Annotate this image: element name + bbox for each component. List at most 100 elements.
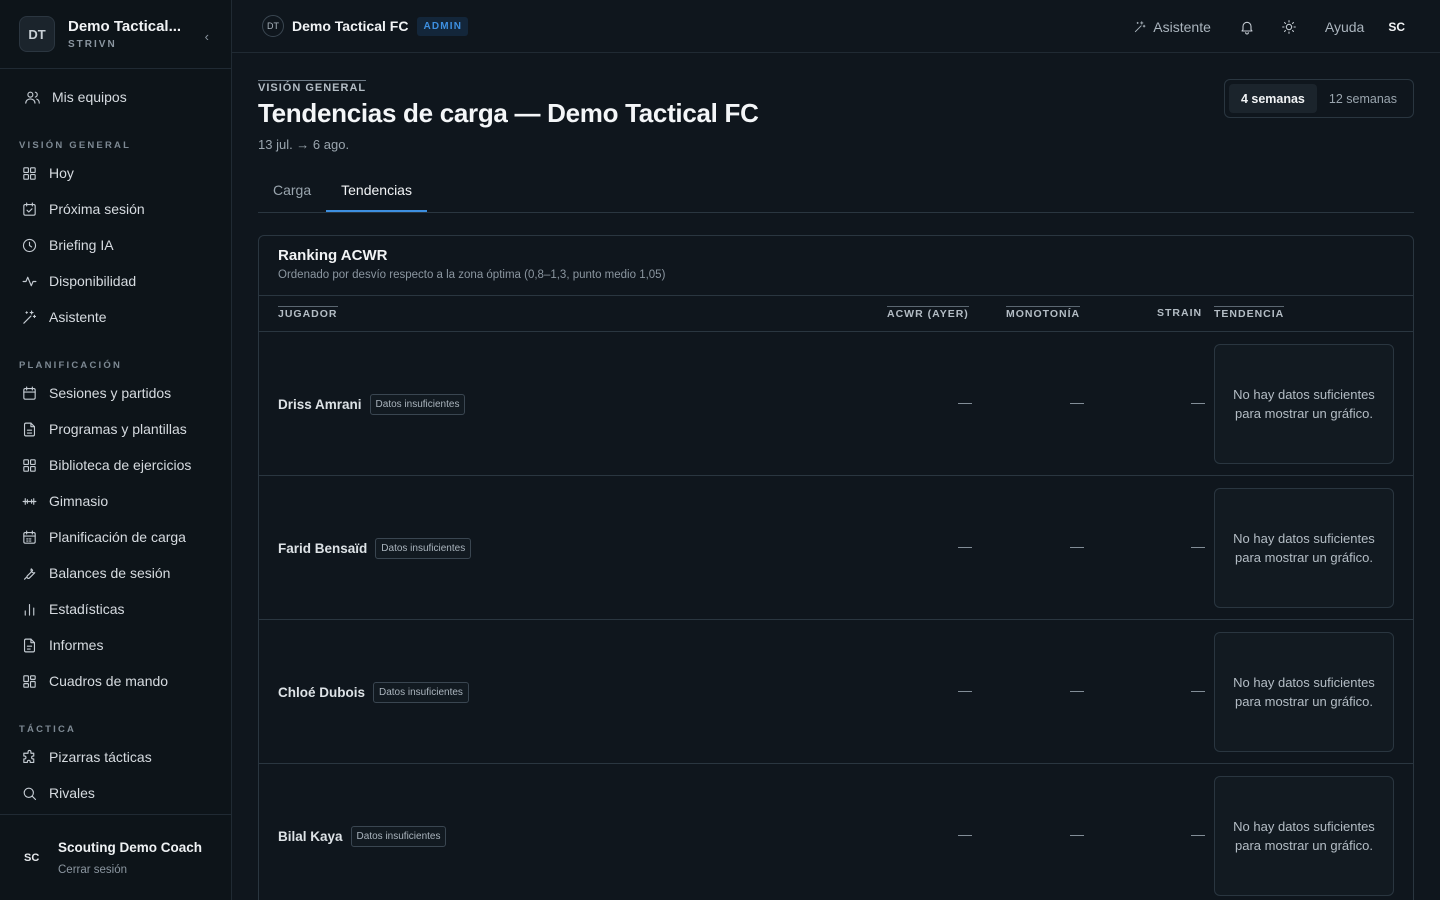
table-row[interactable]: Bilal Kaya Datos insuficientes — — — No … <box>259 764 1413 900</box>
trend-empty-state: No hay datos suficientes para mostrar un… <box>1214 488 1394 608</box>
table-row[interactable]: Driss Amrani Datos insuficientes — — — N… <box>259 332 1413 476</box>
dashboard-icon <box>20 672 38 690</box>
sidebar-item-assistant[interactable]: Asistente <box>0 299 231 335</box>
trend-empty-state: No hay datos suficientes para mostrar un… <box>1214 776 1394 896</box>
sidebar-item-sessions[interactable]: Sesiones y partidos <box>0 375 231 411</box>
tab-trends[interactable]: Tendencias <box>326 178 427 212</box>
sidebar-item-programs[interactable]: Programas y plantillas <box>0 411 231 447</box>
sidebar-item-rivals[interactable]: Rivales <box>0 775 231 811</box>
logout-link[interactable]: Cerrar sesión <box>58 864 202 876</box>
table-row[interactable]: Farid Bensaïd Datos insuficientes — — — … <box>259 476 1413 620</box>
sidebar-item-next-session[interactable]: Próxima sesión <box>0 191 231 227</box>
col-player[interactable]: JUGADOR <box>278 306 338 320</box>
users-icon <box>23 88 41 106</box>
team-avatar-small: DT <box>262 15 284 37</box>
sidebar-item-label: Pizarras tácticas <box>49 749 152 765</box>
team-avatar: DT <box>19 16 55 52</box>
sidebar-item-label: Programas y plantillas <box>49 421 187 437</box>
file-text-icon <box>20 420 38 438</box>
sidebar-item-load-planning[interactable]: Planificación de carga <box>0 519 231 555</box>
card-title: Ranking ACWR <box>278 247 388 264</box>
help-link[interactable]: Ayuda <box>1325 19 1364 35</box>
range-option-12-weeks[interactable]: 12 semanas <box>1317 84 1409 113</box>
col-acwr[interactable]: ACWR (AYER) <box>887 306 969 320</box>
trend-empty-state: No hay datos suficientes para mostrar un… <box>1214 344 1394 464</box>
clock-icon <box>20 236 38 254</box>
acwr-value: — <box>958 682 972 698</box>
puzzle-icon <box>20 748 38 766</box>
strain-value: — <box>1191 394 1205 410</box>
sidebar-item-gym[interactable]: Gimnasio <box>0 483 231 519</box>
strain-value: — <box>1191 538 1205 554</box>
card-subtitle: Ordenado por desvío respecto a la zona ó… <box>278 269 666 281</box>
sidebar-item-label: Asistente <box>49 309 107 325</box>
calendar-days-icon <box>20 528 38 546</box>
sidebar: DT Demo Tactical... STRIVN ‹ Mis equipos… <box>0 0 232 900</box>
sidebar-item-dashboards[interactable]: Cuadros de mando <box>0 663 231 699</box>
status-badge: Datos insuficientes <box>375 538 472 559</box>
calendar-icon <box>20 384 38 402</box>
acwr-value: — <box>958 538 972 554</box>
table-row[interactable]: Chloé Dubois Datos insuficientes — — — N… <box>259 620 1413 764</box>
user-avatar: SC <box>24 851 40 864</box>
sidebar-item-reports[interactable]: Informes <box>0 627 231 663</box>
sparkles-icon <box>20 308 38 326</box>
assistant-label: Asistente <box>1153 18 1211 35</box>
player-name[interactable]: Driss Amrani <box>278 397 362 412</box>
tab-load[interactable]: Carga <box>258 178 326 212</box>
grid-icon <box>20 164 38 182</box>
user-panel: SC Scouting Demo Coach Cerrar sesión <box>0 814 231 900</box>
trend-empty-state: No hay datos suficientes para mostrar un… <box>1214 632 1394 752</box>
player-name[interactable]: Chloé Dubois <box>278 685 365 700</box>
monotony-value: — <box>1070 826 1084 842</box>
col-strain[interactable]: STRAIN <box>1157 306 1202 319</box>
strain-value: — <box>1191 682 1205 698</box>
sidebar-item-label: Mis equipos <box>52 89 127 105</box>
search-icon <box>20 784 38 802</box>
team-name: Demo Tactical... <box>68 18 182 35</box>
section-planning: PLANIFICACIÓN <box>19 360 123 371</box>
date-range: 13 jul. → 6 ago. <box>258 137 350 152</box>
dumbbell-icon <box>20 492 38 510</box>
sidebar-item-exercise-library[interactable]: Biblioteca de ejercicios <box>0 447 231 483</box>
sidebar-item-ai-briefing[interactable]: Briefing IA <box>0 227 231 263</box>
sidebar-item-label: Planificación de carga <box>49 529 186 545</box>
col-monotony[interactable]: MONOTONÍA <box>1006 306 1081 320</box>
calendar-check-icon <box>20 200 38 218</box>
user-name: Scouting Demo Coach <box>58 839 203 855</box>
layout-grid-icon <box>20 456 38 474</box>
team-switcher[interactable]: DT Demo Tactical... STRIVN ‹ <box>0 0 231 69</box>
bell-icon[interactable] <box>1237 17 1257 37</box>
sidebar-item-availability[interactable]: Disponibilidad <box>0 263 231 299</box>
monotony-value: — <box>1070 682 1084 698</box>
sidebar-nav: Mis equipos VISIÓN GENERAL Hoy Próxima s… <box>0 69 231 811</box>
sparkles-icon <box>1135 20 1146 32</box>
sidebar-item-tactical-boards[interactable]: Pizarras tácticas <box>0 739 231 775</box>
player-name[interactable]: Farid Bensaïd <box>278 541 367 556</box>
main-area: DT Demo Tactical FC ADMIN Asistente Ayud… <box>232 0 1440 900</box>
assistant-button[interactable]: Asistente <box>1133 19 1211 35</box>
sidebar-item-label: Estadísticas <box>49 601 125 617</box>
org-name: STRIVN <box>68 39 117 50</box>
monotony-value: — <box>1070 538 1084 554</box>
topbar: DT Demo Tactical FC ADMIN Asistente Ayud… <box>232 0 1440 53</box>
sidebar-item-statistics[interactable]: Estadísticas <box>0 591 231 627</box>
sidebar-item-label: Balances de sesión <box>49 565 171 581</box>
sidebar-item-my-teams[interactable]: Mis equipos <box>2 79 231 115</box>
acwr-ranking-card: Ranking ACWR Ordenado por desvío respect… <box>258 235 1414 900</box>
sidebar-item-label: Gimnasio <box>49 493 109 509</box>
acwr-value: — <box>958 394 972 410</box>
status-badge: Datos insuficientes <box>373 682 469 703</box>
section-overview: VISIÓN GENERAL <box>19 140 132 151</box>
player-name[interactable]: Bilal Kaya <box>278 829 343 844</box>
sidebar-item-today[interactable]: Hoy <box>0 155 231 191</box>
chevron-left-icon[interactable]: ‹ <box>205 29 209 44</box>
sidebar-item-session-balances[interactable]: Balances de sesión <box>0 555 231 591</box>
sidebar-item-label: Hoy <box>49 165 74 181</box>
range-option-4-weeks[interactable]: 4 semanas <box>1228 84 1317 113</box>
topbar-team-name: Demo Tactical FC <box>292 18 409 34</box>
user-menu[interactable]: SC <box>1388 20 1405 34</box>
sun-icon[interactable] <box>1279 17 1299 37</box>
sidebar-item-label: Informes <box>49 637 104 653</box>
tabs: Carga Tendencias <box>258 178 1414 213</box>
